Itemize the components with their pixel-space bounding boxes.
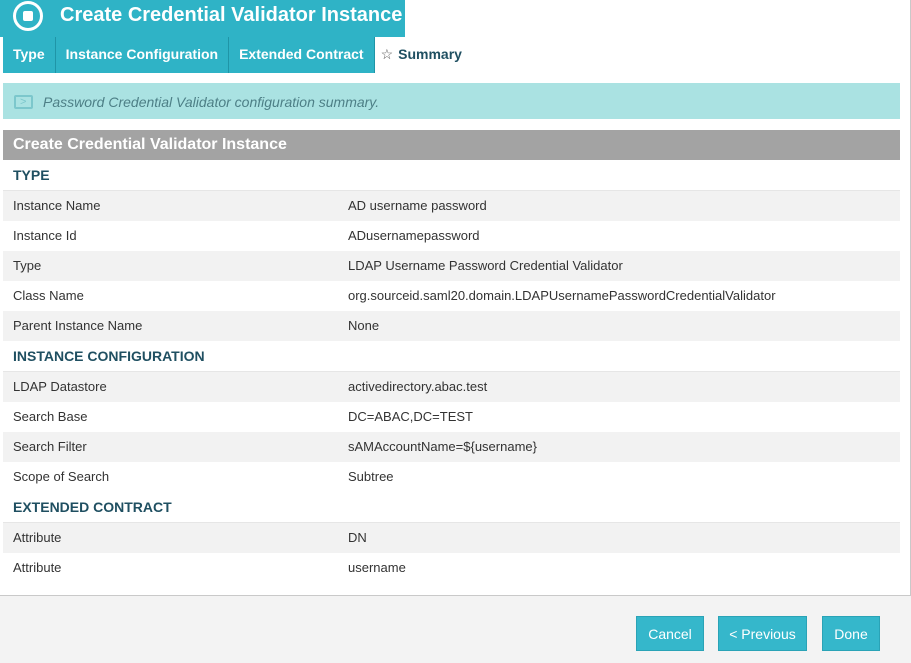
row-value: None — [348, 318, 380, 333]
tab-summary[interactable]: ☆ Summary — [374, 37, 472, 73]
row-value: org.sourceid.saml20.domain.LDAPUsernameP… — [348, 288, 776, 303]
page-title: Create Credential Validator Instance — [60, 4, 403, 26]
info-message: > Password Credential Validator configur… — [3, 83, 900, 119]
row-value: DC=ABAC,DC=TEST — [348, 409, 473, 424]
wizard-panel: Create Credential Validator Instance Typ… — [0, 0, 911, 596]
table-row: Instance Id ADusernamepassword — [3, 221, 900, 251]
row-value: sAMAccountName=${username} — [348, 439, 537, 454]
wizard-tabs: Type Instance Configuration Extended Con… — [3, 37, 472, 73]
section-title-extended-contract: EXTENDED CONTRACT — [3, 492, 900, 523]
done-button[interactable]: Done — [822, 616, 880, 651]
row-label: Scope of Search — [13, 469, 110, 484]
table-row: LDAP Datastore activedirectory.abac.test — [3, 372, 900, 402]
row-value: LDAP Username Password Credential Valida… — [348, 258, 623, 273]
row-value: DN — [348, 530, 367, 545]
table-row: Attribute DN — [3, 523, 900, 553]
row-label: Instance Name — [13, 198, 101, 213]
tab-label: Extended Contract — [239, 46, 364, 62]
row-label: Search Filter — [13, 439, 87, 454]
star-icon: ☆ — [380, 46, 394, 62]
row-label: LDAP Datastore — [13, 379, 107, 394]
tab-instance-configuration[interactable]: Instance Configuration — [55, 37, 230, 73]
summary-table: TYPE Instance Name AD username password I… — [3, 160, 900, 583]
table-row: Search Base DC=ABAC,DC=TEST — [3, 402, 900, 432]
row-value: activedirectory.abac.test — [348, 379, 488, 394]
tab-label: Summary — [398, 46, 462, 62]
section-title-type: TYPE — [3, 160, 900, 191]
summary-header: Create Credential Validator Instance — [3, 130, 900, 160]
row-label: Type — [13, 258, 42, 273]
row-label: Attribute — [13, 530, 62, 545]
row-value: username — [348, 560, 406, 575]
table-row: Search Filter sAMAccountName=${username} — [3, 432, 900, 462]
row-label: Search Base — [13, 409, 88, 424]
tab-type[interactable]: Type — [3, 37, 56, 73]
tab-extended-contract[interactable]: Extended Contract — [229, 37, 375, 73]
row-value: AD username password — [348, 198, 487, 213]
terminal-icon: > — [14, 95, 33, 109]
row-value: ADusernamepassword — [348, 228, 480, 243]
info-text: Password Credential Validator configurat… — [43, 94, 380, 110]
row-label: Parent Instance Name — [13, 318, 143, 333]
table-row: Class Name org.sourceid.saml20.domain.LDA… — [3, 281, 900, 311]
section-title-instance-configuration: INSTANCE CONFIGURATION — [3, 341, 900, 372]
wizard-title-bar: Create Credential Validator Instance — [0, 0, 405, 37]
stop-circle-icon — [13, 1, 43, 31]
table-row: Instance Name AD username password — [3, 191, 900, 221]
row-value: Subtree — [348, 469, 394, 484]
table-row: Attribute username — [3, 553, 900, 583]
table-row: Type LDAP Username Password Credential Va… — [3, 251, 900, 281]
previous-button[interactable]: < Previous — [718, 616, 807, 651]
cancel-button[interactable]: Cancel — [636, 616, 704, 651]
table-row: Parent Instance Name None — [3, 311, 900, 341]
row-label: Instance Id — [13, 228, 77, 243]
tab-label: Type — [13, 46, 45, 62]
table-row: Scope of Search Subtree — [3, 462, 900, 492]
row-label: Attribute — [13, 560, 62, 575]
row-label: Class Name — [13, 288, 84, 303]
tab-label: Instance Configuration — [65, 46, 219, 62]
